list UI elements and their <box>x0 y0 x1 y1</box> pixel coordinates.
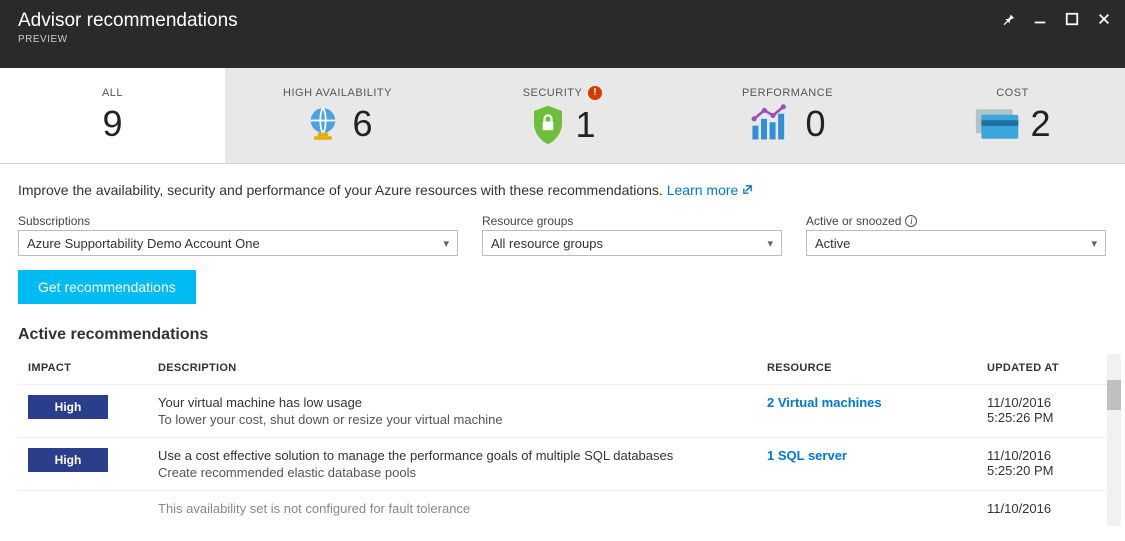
row-description: This availability set is not configured … <box>158 501 747 516</box>
chart-icon <box>749 104 797 144</box>
resource-groups-select[interactable]: All resource groups <box>482 230 782 256</box>
close-icon[interactable] <box>1097 12 1111 26</box>
window-header: Advisor recommendations PREVIEW <box>0 0 1125 68</box>
tab-label: COST <box>996 87 1029 99</box>
minimize-icon[interactable] <box>1033 12 1047 26</box>
window-controls <box>1001 10 1111 26</box>
subscriptions-select[interactable]: Azure Supportability Demo Account One <box>18 230 458 256</box>
col-description[interactable]: DESCRIPTION <box>148 354 757 385</box>
resource-link[interactable]: 2 Virtual machines <box>767 395 882 410</box>
impact-badge: High <box>28 395 108 419</box>
subscriptions-label: Subscriptions <box>18 214 458 228</box>
updated-time: 5:25:20 PM <box>987 463 1097 478</box>
table-row[interactable]: High Use a cost effective solution to ma… <box>18 438 1107 491</box>
tab-performance[interactable]: PERFORMANCE 0 <box>675 68 900 163</box>
status-select[interactable]: Active <box>806 230 1106 256</box>
credit-card-icon <box>974 105 1022 143</box>
tab-count: 0 <box>805 103 825 145</box>
impact-badge: High <box>28 448 108 472</box>
recommendations-table: IMPACT DESCRIPTION RESOURCE UPDATED AT H… <box>18 354 1107 526</box>
updated-date: 11/10/2016 <box>987 501 1097 516</box>
scrollbar[interactable] <box>1107 354 1121 526</box>
section-title: Active recommendations <box>18 326 1107 344</box>
updated-time: 5:25:26 PM <box>987 410 1097 425</box>
tab-label: PERFORMANCE <box>742 87 833 99</box>
intro-text: Improve the availability, security and p… <box>18 182 1107 198</box>
get-recommendations-button[interactable]: Get recommendations <box>18 270 196 304</box>
col-impact[interactable]: IMPACT <box>18 354 148 385</box>
tab-label: SECURITY ! <box>523 86 603 100</box>
tab-count: 2 <box>1030 103 1050 145</box>
tab-label: HIGH AVAILABILITY <box>283 87 392 99</box>
row-subdescription: Create recommended elastic database pool… <box>158 465 747 480</box>
col-resource[interactable]: RESOURCE <box>757 354 977 385</box>
maximize-icon[interactable] <box>1065 12 1079 26</box>
row-subdescription: To lower your cost, shut down or resize … <box>158 412 747 427</box>
tab-all[interactable]: ALL 9 <box>0 68 225 163</box>
tab-label: ALL <box>102 87 123 99</box>
updated-date: 11/10/2016 <box>987 395 1097 410</box>
external-link-icon <box>742 182 753 198</box>
alert-icon: ! <box>588 86 602 100</box>
tab-security[interactable]: SECURITY ! 1 <box>450 68 675 163</box>
row-description: Use a cost effective solution to manage … <box>158 448 747 463</box>
table-row[interactable]: High Your virtual machine has low usage … <box>18 385 1107 438</box>
tab-high-availability[interactable]: HIGH AVAILABILITY 6 <box>225 68 450 163</box>
resource-groups-label: Resource groups <box>482 214 782 228</box>
page-title: Advisor recommendations <box>18 10 238 32</box>
preview-badge: PREVIEW <box>18 34 238 45</box>
tab-count: 9 <box>102 103 122 145</box>
scrollbar-thumb[interactable] <box>1107 380 1121 410</box>
status-label: Active or snoozed i <box>806 214 1106 228</box>
table-row[interactable]: This availability set is not configured … <box>18 491 1107 527</box>
tab-count: 1 <box>575 104 595 146</box>
updated-date: 11/10/2016 <box>987 448 1097 463</box>
tab-cost[interactable]: COST 2 <box>900 68 1125 163</box>
tab-count: 6 <box>352 103 372 145</box>
category-tabs: ALL 9 HIGH AVAILABILITY 6 SECURITY ! <box>0 68 1125 164</box>
row-description: Your virtual machine has low usage <box>158 395 747 410</box>
shield-icon <box>529 104 567 146</box>
learn-more-link[interactable]: Learn more <box>667 182 754 198</box>
pin-icon[interactable] <box>1001 12 1015 26</box>
col-updated[interactable]: UPDATED AT <box>977 354 1107 385</box>
globe-icon <box>302 103 344 145</box>
resource-link[interactable]: 1 SQL server <box>767 448 847 463</box>
info-icon[interactable]: i <box>905 215 917 227</box>
